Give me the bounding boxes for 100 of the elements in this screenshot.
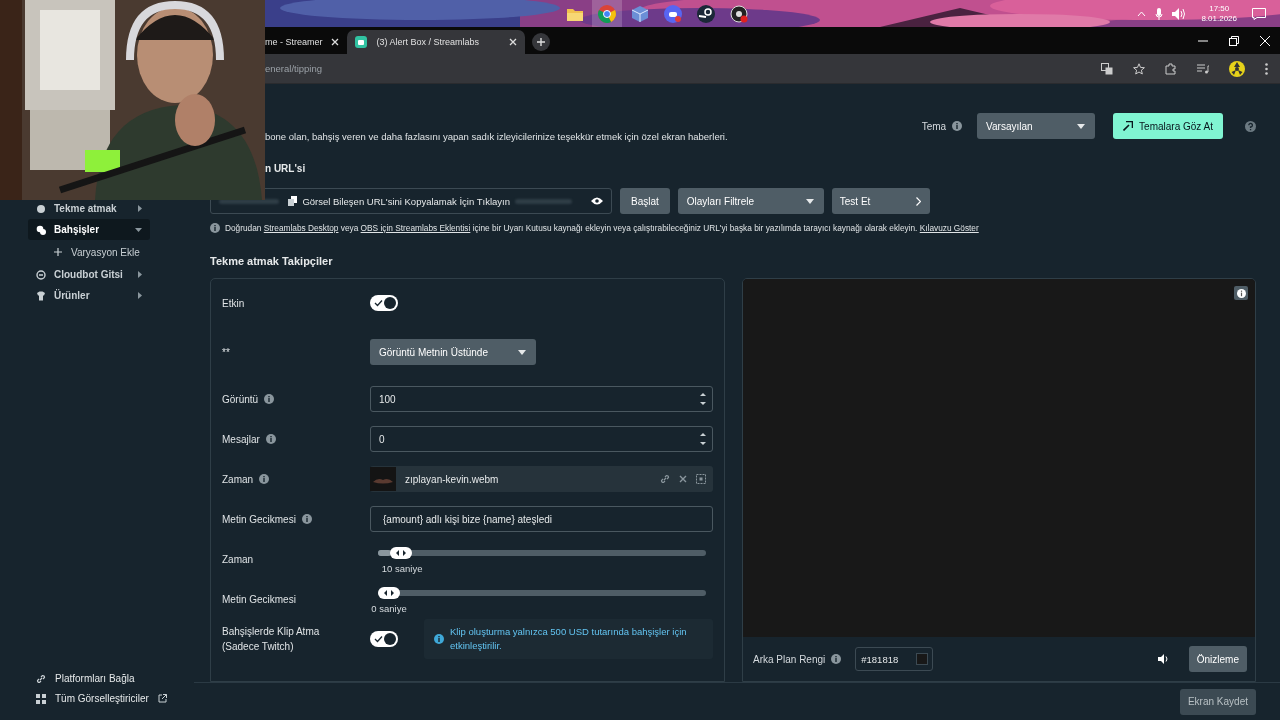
chevron-right-icon xyxy=(138,205,142,212)
caret-icon xyxy=(805,198,814,204)
microphone-icon[interactable] xyxy=(1155,7,1164,20)
field-label: Görüntü xyxy=(222,392,259,407)
eye-icon[interactable] xyxy=(591,197,603,205)
star-icon[interactable] xyxy=(1133,62,1145,75)
caret-icon xyxy=(1077,123,1086,129)
slider-thumb[interactable] xyxy=(378,587,400,599)
record-button[interactable]: Ekran Kaydet xyxy=(1179,688,1256,715)
field-label: Metin Gecikmesi xyxy=(222,592,296,607)
streamlabs-icon xyxy=(354,36,367,48)
link-icon xyxy=(36,673,46,684)
sidebar-item[interactable]: Bahşişler xyxy=(28,219,150,240)
toggle-switch[interactable] xyxy=(370,631,398,647)
number-field[interactable]: 0 xyxy=(370,426,713,452)
color-field[interactable]: #181818 xyxy=(855,647,934,671)
browser-tab[interactable]: (3) Alert Box / Streamlabs xyxy=(346,30,526,54)
restore-icon[interactable] xyxy=(1229,35,1239,46)
info-icon xyxy=(1236,288,1246,298)
slider-value: 0 saniye xyxy=(371,603,407,614)
text-field[interactable]: {amount} adlı kişi bize {name} ateşledi xyxy=(370,506,713,532)
field-label: Bahşişlerde Klip Atma (Sadece Twitch) xyxy=(222,625,320,654)
field-label: Mesajlar xyxy=(222,432,260,447)
caret-down-icon xyxy=(135,227,142,232)
preview-button[interactable]: Önizleme xyxy=(1188,646,1247,672)
extension-icon[interactable] xyxy=(1165,62,1177,75)
field-label: Zaman xyxy=(222,552,254,567)
clock[interactable]: 17:50 8.01.2026 xyxy=(1201,3,1237,24)
coins-icon xyxy=(36,224,46,235)
note-text: Klip oluşturma yalnızca 500 USD tutarında bahşişler için etkinleştirilir. xyxy=(450,625,688,653)
translate-icon[interactable] xyxy=(1101,62,1113,75)
field-label: Etkin xyxy=(222,296,245,311)
spinner-icon[interactable] xyxy=(700,432,706,446)
field-label: ** xyxy=(222,345,230,360)
layout-select[interactable]: Görüntü Metnin Üstünde xyxy=(370,339,536,365)
chevron-right-icon xyxy=(138,271,142,278)
notification-icon[interactable] xyxy=(1252,7,1266,20)
theme-label: Tema xyxy=(921,120,947,132)
file-field[interactable]: zıplayan-kevin.webm xyxy=(370,466,713,492)
browser-icon xyxy=(598,4,616,23)
field-label: Metin Gecikmesi xyxy=(222,512,296,527)
taskbar-button[interactable] xyxy=(592,0,622,27)
link[interactable]: OBS için Streamlabs Eklentisi xyxy=(360,223,471,233)
toggle-switch[interactable] xyxy=(370,295,398,311)
info-icon xyxy=(831,654,842,664)
sidebar-item[interactable]: Cloudbot Gitsi xyxy=(28,264,150,285)
info-button[interactable] xyxy=(1234,286,1248,300)
background-color-label: Arka Plan Rengi xyxy=(753,653,826,665)
plus-icon xyxy=(54,248,62,256)
start-button[interactable]: Başlat xyxy=(620,188,670,214)
chat-app-icon[interactable] xyxy=(664,4,682,23)
info-icon xyxy=(210,223,220,233)
menu-icon[interactable] xyxy=(1265,62,1268,75)
record-app-icon[interactable] xyxy=(730,4,748,23)
tab-title: me - Streamer xyxy=(265,37,323,47)
sidebar-item[interactable]: Tekme atmak xyxy=(28,198,150,219)
copy-icon xyxy=(288,196,298,206)
link[interactable]: Kılavuzu Göster xyxy=(919,223,979,233)
color-swatch xyxy=(916,653,929,665)
clock-time: 17:50 xyxy=(1209,3,1230,14)
chevron-right-icon xyxy=(138,292,142,299)
bot-icon xyxy=(36,269,46,280)
browse-themes-button[interactable]: Temalara Göz At xyxy=(1113,113,1223,139)
sidebar-subitem[interactable]: Varyasyon Ekle xyxy=(28,242,196,262)
section-heading: Tekme atmak Takipçiler xyxy=(210,255,334,267)
sidebar-item[interactable]: Ürünler xyxy=(28,285,150,306)
theme-select[interactable]: Varsayılan xyxy=(977,113,1096,139)
external-link-icon xyxy=(1123,121,1134,131)
profile-icon[interactable] xyxy=(1229,60,1245,77)
sidebar-link[interactable]: Tüm Görselleştiriciler xyxy=(28,693,196,704)
spinner-icon[interactable] xyxy=(700,392,706,406)
sidebar-link[interactable]: Platformları Bağla xyxy=(28,673,196,684)
tab-title: (3) Alert Box / Streamlabs xyxy=(376,37,480,47)
new-tab-button[interactable] xyxy=(532,33,551,51)
info-icon xyxy=(952,121,963,131)
browser-tab[interactable]: me - Streamer xyxy=(265,30,347,54)
slider-thumb[interactable] xyxy=(390,547,413,559)
info-icon xyxy=(434,634,444,644)
steam-icon[interactable] xyxy=(697,4,715,23)
link-icon[interactable] xyxy=(660,474,670,484)
page-description: bone olan, bahşiş veren ve daha fazlasını yapan sadık izleyicilerinize teşekkür etmek için özel ekran haberleri. xyxy=(265,131,728,142)
link[interactable]: Streamlabs Desktop xyxy=(263,223,339,233)
event-filter-select[interactable]: Olayları Filtrele xyxy=(677,188,824,214)
volume-icon[interactable] xyxy=(1157,654,1169,664)
slider-value: 10 saniye xyxy=(381,563,423,574)
test-button[interactable]: Test Et xyxy=(831,188,930,214)
clock-date: 8.01.2026 xyxy=(1201,13,1237,24)
number-field[interactable]: 100 xyxy=(370,386,713,412)
caret-icon xyxy=(518,349,526,355)
cube-icon[interactable] xyxy=(631,4,649,23)
chevron-up-icon[interactable] xyxy=(1137,10,1147,17)
field-label: Zaman xyxy=(222,472,254,487)
video-thumbnail-icon xyxy=(370,467,396,491)
section-heading: n URL'si xyxy=(265,163,307,174)
speaker-icon[interactable] xyxy=(1172,7,1187,20)
help-icon[interactable] xyxy=(1245,120,1256,132)
blurred-text xyxy=(514,198,572,204)
media-icon[interactable] xyxy=(1197,63,1209,74)
external-link-icon xyxy=(157,694,167,703)
chevron-right-icon xyxy=(915,196,921,206)
